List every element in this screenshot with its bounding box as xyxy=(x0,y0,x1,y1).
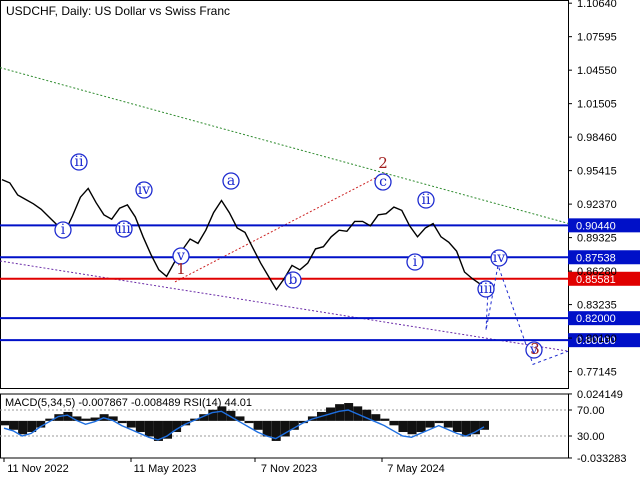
macd-bar xyxy=(135,420,145,433)
price-tick-label: 1.04550 xyxy=(577,65,617,77)
wave-labels: iiiiiiivv1abc2iiiiiiivv3 xyxy=(54,153,543,359)
indicator-tick-label: -0.033283 xyxy=(577,453,627,465)
time-tick-label: 11 Nov 2022 xyxy=(7,463,69,475)
indicator-tick-label: 0.024149 xyxy=(577,389,623,401)
trend-lines xyxy=(0,67,569,352)
price-tick-label: 0.95415 xyxy=(577,166,617,178)
level-price-label: 0.90440 xyxy=(576,220,616,232)
macd-bar xyxy=(389,420,399,426)
macd-bar xyxy=(380,418,390,421)
wave-label: iv xyxy=(138,182,150,198)
macd-bar xyxy=(18,420,28,435)
macd-bar xyxy=(144,420,154,437)
price-series xyxy=(1,178,489,292)
price-tick-label: 0.77145 xyxy=(577,367,617,379)
major-wave-label: 1 xyxy=(176,260,186,278)
macd-bar xyxy=(452,420,462,433)
horizontal-levels: 0.904400.875380.855810.820000.80000 xyxy=(0,218,640,348)
wave-label: iii xyxy=(479,281,493,297)
macd-bar xyxy=(172,420,182,433)
price-tick-label: 1.10640 xyxy=(577,0,617,10)
wave-label: i xyxy=(61,222,66,238)
wave-label: iv xyxy=(493,250,505,266)
time-tick-label: 7 May 2024 xyxy=(387,463,444,475)
price-tick-label: 0.89325 xyxy=(577,233,617,245)
chart-frame xyxy=(0,0,569,389)
main-panel-border xyxy=(0,0,569,389)
level-price-label: 0.87538 xyxy=(576,252,616,264)
level-price-label: 0.82000 xyxy=(576,313,616,325)
macd-bar xyxy=(398,420,408,433)
macd-bar xyxy=(0,420,9,426)
macd-bar xyxy=(443,420,453,428)
indicator-label: MACD(5,34,5) -0.007867 -0.008489 RSI(14)… xyxy=(5,397,252,409)
wave-label: ii xyxy=(422,192,431,208)
macd-bar xyxy=(407,420,417,435)
wave-label: i xyxy=(413,254,418,270)
major-wave-label: 3 xyxy=(530,340,540,358)
price-tick-label: 0.86280 xyxy=(577,266,617,278)
price-tick-label: 0.92370 xyxy=(577,199,617,211)
wave-label: ii xyxy=(75,154,84,170)
price-tick-label: 0.98460 xyxy=(577,132,617,144)
wave-label: a xyxy=(227,173,235,189)
macd-bar xyxy=(9,420,19,430)
wave-label: c xyxy=(379,174,387,190)
time-tick-label: 11 May 2023 xyxy=(134,463,197,475)
macd-bar xyxy=(244,420,254,424)
macd-bar xyxy=(416,420,426,433)
price-tick-label: 0.80190 xyxy=(577,333,617,345)
chart-title: USDCHF, Daily: US Dollar vs Swiss Franc xyxy=(6,4,230,18)
upper-trend-line xyxy=(0,67,569,224)
macd-bar xyxy=(425,420,435,428)
macd-bar xyxy=(81,418,91,421)
macd-bar xyxy=(117,420,127,424)
indicator-tick-label: 70.00 xyxy=(577,405,605,417)
macd-bar xyxy=(63,411,73,421)
price-tick-label: 1.07595 xyxy=(577,32,617,44)
wave-label: b xyxy=(289,272,298,288)
wave-label: iii xyxy=(117,221,131,237)
time-axis: 11 Nov 2022 11 May 2023 7 Nov 2023 7 May 20… xyxy=(3,458,445,475)
major-wave-label: 2 xyxy=(378,154,388,172)
macd-bar xyxy=(253,420,263,430)
time-tick-label: 7 Nov 2023 xyxy=(261,463,317,475)
indicator-tick-label: 30.00 xyxy=(577,431,605,443)
macd-bar xyxy=(434,420,444,424)
macd-bar xyxy=(126,420,136,428)
price-tick-label: 1.01505 xyxy=(577,99,617,111)
chart-canvas: 0.904400.875380.855810.820000.80000 iiii… xyxy=(0,0,640,475)
price-tick-label: 0.83235 xyxy=(577,300,617,312)
lower-trend-line xyxy=(0,260,569,352)
price-line xyxy=(1,178,489,292)
